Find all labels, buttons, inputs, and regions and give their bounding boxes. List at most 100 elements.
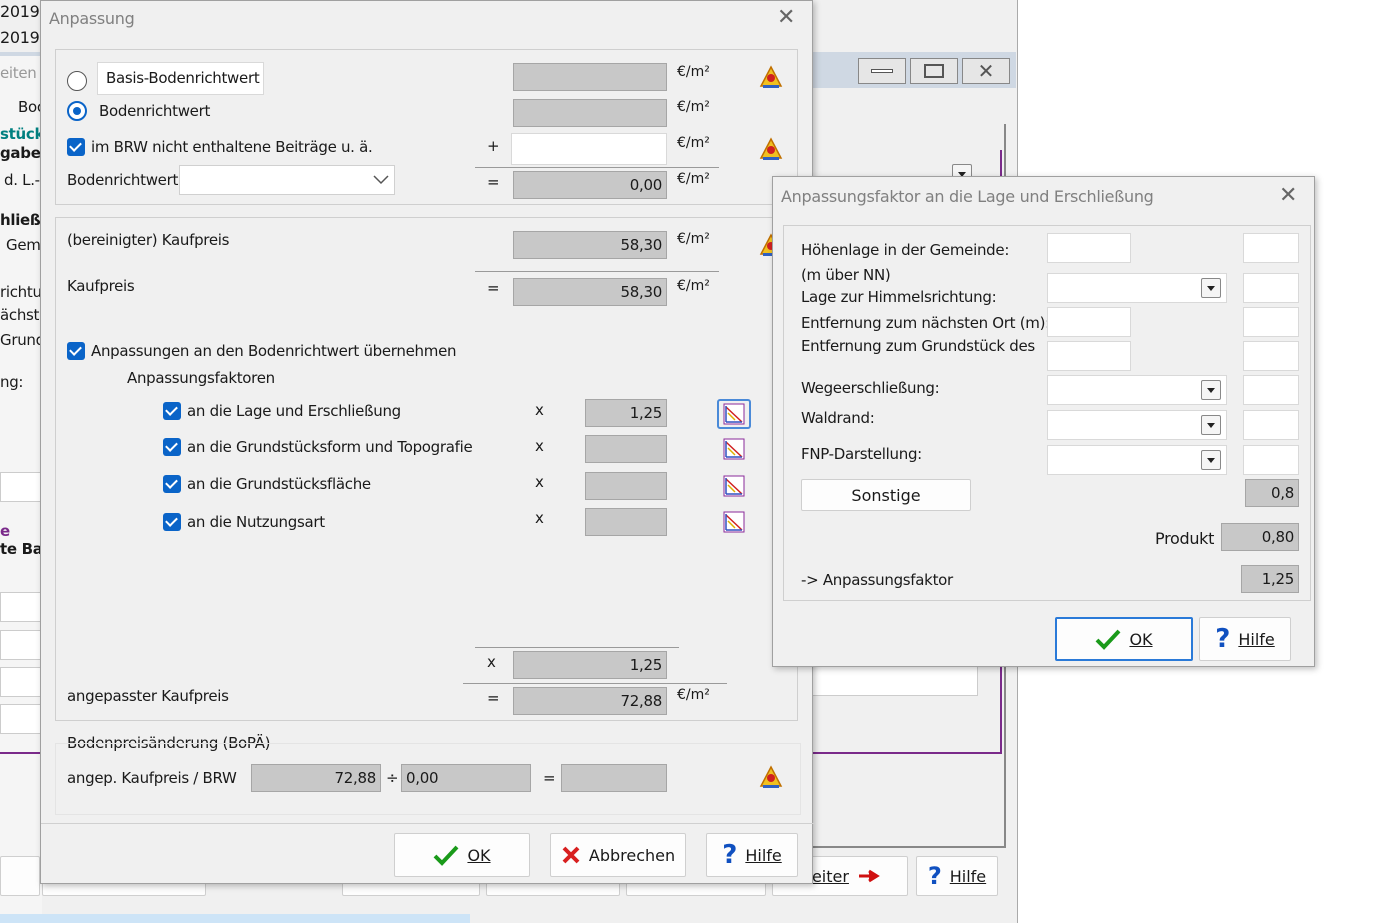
grund-input[interactable] — [1047, 341, 1131, 371]
wald-label: Waldrand: — [801, 409, 875, 427]
wege-factor[interactable] — [1243, 375, 1299, 405]
sonstige-value: 0,8 — [1245, 479, 1299, 507]
himmel-combo[interactable] — [1047, 273, 1227, 303]
beitraege-input[interactable] — [511, 133, 667, 165]
bg-frag: d. L.- — [4, 171, 40, 189]
faktor-value: 1,25 — [1241, 565, 1299, 593]
dropdown-arrow-icon[interactable] — [1201, 415, 1221, 435]
ort-input[interactable] — [1047, 307, 1131, 337]
multiply-operator: x — [487, 653, 496, 671]
fnp-combo[interactable] — [1047, 445, 1227, 475]
grund-label: Entfernung zum Grundstück des — [801, 337, 1035, 355]
bg-frag: te Ba — [0, 540, 43, 558]
abbrechen-button[interactable]: Abbrechen — [550, 833, 686, 877]
angepasst-label: angepasster Kaufpreis — [67, 687, 229, 705]
factor-ok-label: OK — [1129, 629, 1153, 649]
wege-label: Wegeerschließung: — [801, 379, 940, 397]
basis-radio[interactable] — [67, 71, 87, 91]
bg-purple-line — [0, 752, 42, 754]
minimize-icon[interactable] — [858, 58, 906, 84]
bg-button-left[interactable] — [0, 856, 40, 896]
factor-label-form: an die Grundstücksform und Topografie — [187, 438, 473, 456]
cross-icon — [562, 846, 580, 864]
close-icon[interactable]: ✕ — [962, 58, 1010, 84]
bopae-value1: 72,88 — [251, 764, 381, 792]
equals-operator: = — [487, 689, 500, 707]
factor-value-form — [585, 435, 667, 463]
grund-factor[interactable] — [1243, 341, 1299, 371]
bg-frag: ng: — [0, 373, 24, 391]
chart-icon[interactable] — [718, 508, 750, 536]
anpassung-dialog: Anpassung ✕ Basis-Bodenrichtwert €/m² Bo… — [40, 0, 814, 884]
bg-left-field — [0, 472, 42, 502]
abbrechen-label: Abbrechen — [588, 845, 676, 865]
divide-operator: ÷ — [386, 769, 399, 787]
bg-white-field — [810, 664, 978, 696]
chart-icon[interactable] — [717, 399, 751, 429]
bopae-label: angep. Kaufpreis / BRW — [67, 769, 237, 787]
bg-frag: Gem — [6, 236, 41, 254]
unit-label: €/m² — [677, 278, 710, 294]
uebernehmen-checkbox[interactable] — [67, 342, 85, 360]
hilfe-label: Hilfe — [745, 845, 782, 865]
arrow-right-icon — [858, 869, 880, 883]
bg-frag: richtu — [0, 283, 42, 301]
produkt-value: 0,80 — [1221, 523, 1299, 551]
help-icon: ? — [722, 840, 738, 870]
chart-icon[interactable] — [718, 435, 750, 463]
factor-checkbox-lage[interactable] — [163, 402, 181, 420]
factor-label-nutzung: an die Nutzungsart — [187, 513, 325, 531]
wald-combo[interactable] — [1047, 410, 1227, 440]
unit-label: €/m² — [677, 231, 710, 247]
hilfe-button[interactable]: ? Hilfe — [706, 833, 798, 877]
sum-value: 0,00 — [513, 171, 667, 199]
factor-hilfe-button[interactable]: ? Hilfe — [1199, 617, 1291, 661]
wege-combo[interactable] — [1047, 375, 1227, 405]
bg-frag: stück — [0, 125, 45, 143]
multiply-operator: x — [535, 509, 544, 527]
brw-combo[interactable] — [179, 165, 395, 195]
bg-frag: e — [0, 522, 10, 540]
beitraege-checkbox[interactable] — [67, 138, 85, 156]
angepasst-value: 72,88 — [513, 687, 667, 715]
ort-factor[interactable] — [1243, 307, 1299, 337]
himmel-factor[interactable] — [1243, 273, 1299, 303]
calculator-icon[interactable] — [755, 135, 787, 163]
unit-label: €/m² — [677, 171, 710, 187]
dropdown-arrow-icon[interactable] — [1201, 278, 1221, 298]
ok-button[interactable]: OK — [394, 833, 530, 877]
brw-label: Bodenrichtwert — [99, 102, 211, 120]
maximize-icon[interactable] — [910, 58, 958, 84]
brw-combo-label: Bodenrichtwert — [67, 171, 179, 189]
wald-factor[interactable] — [1243, 410, 1299, 440]
sonstige-button[interactable]: Sonstige — [801, 479, 971, 511]
bg-hilfe-label: Hilfe — [949, 866, 987, 886]
fnp-factor[interactable] — [1243, 445, 1299, 475]
produkt-label: Produkt — [1155, 529, 1215, 548]
bg-left-field — [0, 630, 42, 660]
separator — [475, 647, 679, 648]
close-icon[interactable]: ✕ — [1279, 183, 1297, 208]
faktor-label: -> Anpassungsfaktor — [801, 571, 953, 589]
bg-hilfe-button[interactable]: ? Hilfe — [916, 856, 998, 896]
total-factor-value: 1,25 — [513, 651, 667, 679]
factor-checkbox-flaeche[interactable] — [163, 475, 181, 493]
factor-checkbox-nutzung[interactable] — [163, 513, 181, 531]
dropdown-arrow-icon[interactable] — [1201, 380, 1221, 400]
calculator-icon[interactable] — [755, 63, 787, 91]
ort-label: Entfernung zum nächsten Ort (m): — [801, 314, 1050, 332]
factor-value-flaeche — [585, 472, 667, 500]
close-icon[interactable]: ✕ — [777, 5, 795, 30]
dropdown-arrow-icon[interactable] — [1201, 450, 1221, 470]
calculator-icon[interactable] — [755, 763, 787, 791]
chart-icon[interactable] — [718, 472, 750, 500]
brw-radio[interactable] — [67, 101, 87, 121]
factor-label-flaeche: an die Grundstücksfläche — [187, 475, 371, 493]
basis-label: Basis-Bodenrichtwert — [106, 69, 260, 87]
hoehe-input[interactable] — [1047, 233, 1131, 263]
factor-ok-button[interactable]: OK — [1055, 617, 1193, 661]
hoehe-factor[interactable] — [1243, 233, 1299, 263]
factor-checkbox-form[interactable] — [163, 438, 181, 456]
equals-operator: = — [487, 279, 500, 297]
unit-label: €/m² — [677, 99, 710, 115]
